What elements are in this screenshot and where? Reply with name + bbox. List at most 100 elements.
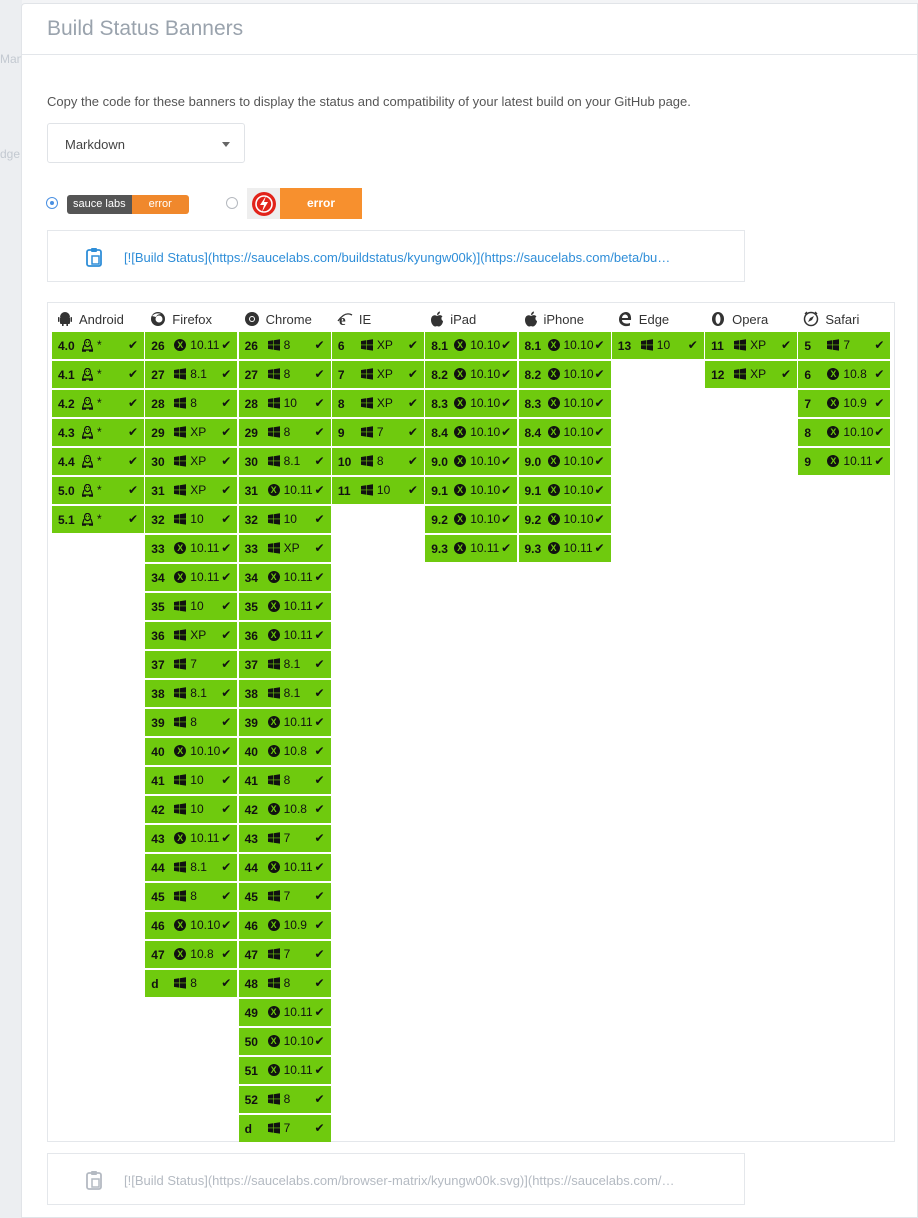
check-icon: ✔ (314, 396, 325, 410)
matrix-cell: 52 8 ✔ (238, 1086, 331, 1113)
android-icon (57, 311, 79, 327)
platform-version: XP (376, 338, 393, 352)
platform-version: 10.10 (843, 425, 874, 439)
matrix-code-box[interactable]: [![Build Status](https://saucelabs.com/b… (47, 1153, 745, 1205)
browser-version: 27 (151, 368, 165, 382)
badge-large-radio[interactable] (226, 197, 238, 209)
windows-icon (733, 367, 747, 381)
platform-version: * (97, 483, 102, 497)
matrix-cell: 29 XP ✔ (145, 419, 238, 446)
matrix-cell: 8.2 X 10.10 ✔ (518, 361, 611, 388)
platform: 8.1 (267, 657, 300, 671)
windows-icon (267, 976, 281, 990)
browser-version: 11 (711, 339, 724, 353)
badge-small-radio[interactable] (46, 197, 58, 209)
matrix-cell: 34 X 10.11 ✔ (238, 564, 331, 591)
badge-small[interactable]: sauce labs error (67, 195, 189, 214)
platform-version: 10.10 (563, 396, 594, 410)
matrix-cell: 43 7 ✔ (238, 825, 331, 852)
browser-version: 6 (804, 368, 812, 382)
check-icon: ✔ (127, 512, 138, 526)
check-icon: ✔ (781, 367, 792, 381)
windows-icon (360, 454, 374, 468)
platform: X 10.10 (547, 425, 594, 439)
platform-version: 10 (190, 599, 204, 613)
linux-icon (80, 454, 94, 468)
windows-icon (173, 860, 187, 874)
platform: X 10.10 (173, 918, 220, 932)
browser-version: 5 (804, 339, 812, 353)
check-icon: ✔ (407, 367, 418, 381)
format-select[interactable]: Markdown (47, 123, 245, 163)
badge-code-text[interactable]: [![Build Status](https://saucelabs.com/b… (124, 250, 670, 265)
linux-icon (80, 367, 94, 381)
platform-version: 10.10 (563, 483, 594, 497)
platform-version: 10.10 (470, 512, 501, 526)
matrix-cell: 32 10 ✔ (238, 506, 331, 533)
matrix-cell: 36 X 10.11 ✔ (238, 622, 331, 649)
platform: 8.1 (267, 454, 300, 468)
windows-icon (173, 686, 187, 700)
matrix-cell: 40 X 10.10 ✔ (145, 738, 238, 765)
matrix-cell: 38 8.1 ✔ (238, 680, 331, 707)
browser-column: 4.0 * ✔ 4.1 * ✔ 4.2 * ✔ 4.3 * ✔ 4.4 * ✔ 5.0 * ✔ 5.1 * ✔ (52, 332, 144, 535)
platform-version: 10 (190, 773, 204, 787)
windows-icon (173, 802, 187, 816)
check-icon: ✔ (221, 686, 232, 700)
browser-version: 8.1 (431, 339, 448, 353)
matrix-cell: 46 X 10.10 ✔ (145, 912, 238, 939)
clipboard-icon[interactable] (86, 1170, 102, 1195)
macos-icon: X (547, 512, 561, 526)
check-icon: ✔ (874, 396, 885, 410)
browser-version: 9.2 (431, 513, 448, 527)
background-sidebar (0, 0, 22, 1218)
check-icon: ✔ (594, 454, 605, 468)
matrix-cell: 45 7 ✔ (238, 883, 331, 910)
check-icon: ✔ (501, 367, 512, 381)
check-icon: ✔ (221, 599, 232, 613)
browser-version: 27 (244, 368, 258, 382)
macos-icon: X (267, 802, 281, 816)
platform-version: 8 (190, 889, 197, 903)
platform: X 10.10 (453, 512, 500, 526)
platform-version: XP (190, 454, 207, 468)
platform: X 10.10 (547, 483, 594, 497)
browser-version: 8.4 (524, 426, 542, 440)
macos-icon: X (267, 1034, 281, 1048)
platform: X 10.11 (267, 860, 313, 874)
platform: X 10.11 (826, 454, 873, 468)
browser-version: 7 (804, 397, 812, 411)
browser-version: 8.1 (524, 339, 542, 353)
platform: X 10.10 (453, 367, 500, 381)
platform: X 10.10 (547, 512, 594, 526)
platform-version: 10.9 (283, 918, 307, 932)
check-icon: ✔ (221, 889, 232, 903)
platform: X 10.10 (547, 396, 594, 410)
matrix-cell: 27 8.1 ✔ (145, 361, 238, 388)
matrix-cell: 4.0 * ✔ (52, 332, 144, 359)
check-icon: ✔ (221, 570, 232, 584)
matrix-cell: 8.3 X 10.10 ✔ (425, 390, 518, 417)
check-icon: ✔ (221, 425, 232, 439)
browser-version: 44 (151, 861, 165, 875)
matrix-cell: 9.2 X 10.10 ✔ (425, 506, 518, 533)
macos-icon: X (453, 396, 467, 410)
platform: XP (733, 338, 766, 352)
platform-version: 10.8 (843, 367, 867, 381)
matrix-cell: 51 X 10.11 ✔ (238, 1057, 331, 1084)
check-icon: ✔ (687, 338, 698, 352)
check-icon: ✔ (221, 773, 232, 787)
browser-version: 8 (337, 397, 345, 411)
matrix-code-text[interactable]: [![Build Status](https://saucelabs.com/b… (124, 1173, 675, 1188)
clipboard-icon[interactable] (86, 247, 102, 272)
browser-version: 31 (244, 484, 258, 498)
macos-icon: X (826, 367, 840, 381)
browser-version: 9 (804, 455, 812, 469)
platform-version: * (97, 512, 102, 526)
platform: X 10.10 (453, 425, 500, 439)
platform-version: 10.9 (843, 396, 867, 410)
matrix-cell: 50 X 10.10 ✔ (238, 1028, 331, 1055)
badge-large[interactable]: error (247, 188, 362, 219)
caret-down-icon (222, 142, 230, 147)
badge-code-box[interactable]: [![Build Status](https://saucelabs.com/b… (47, 230, 745, 282)
